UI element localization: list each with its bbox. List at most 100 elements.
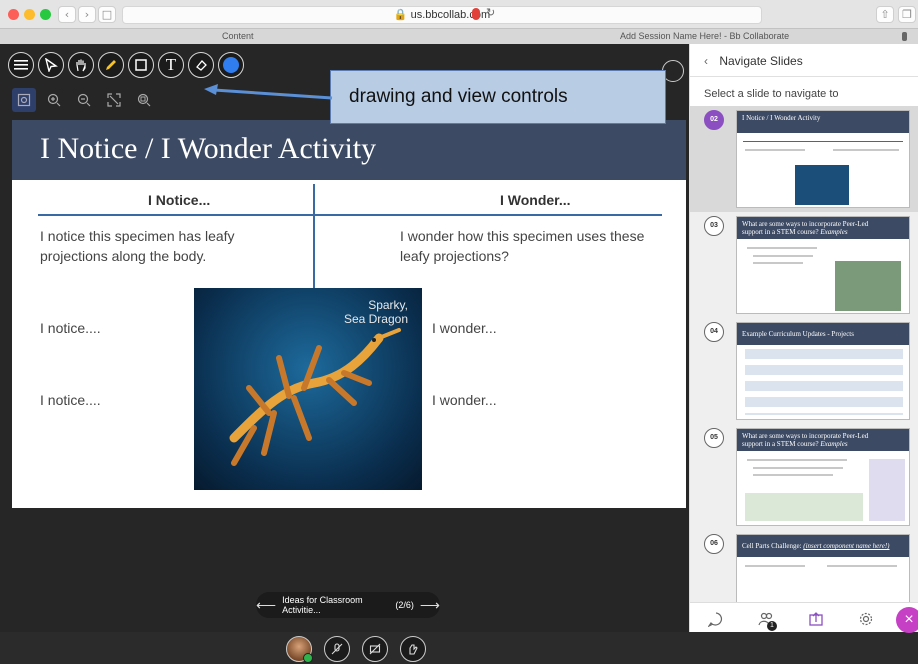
drawing-toolbar: T <box>8 52 244 80</box>
thumb-line <box>745 565 805 567</box>
raise-hand-icon[interactable] <box>400 636 426 662</box>
thumb-title: Example Curriculum Updates - Projects <box>737 323 909 345</box>
slide-thumb-04[interactable]: 04 Example Curriculum Updates - Projects <box>690 318 918 424</box>
share-icon[interactable]: ⇧ <box>876 6 894 23</box>
slide-thumb-06[interactable]: 06 Cell Parts Challenge: (insert compone… <box>690 530 918 602</box>
panel-header: ‹ Navigate Slides <box>704 54 803 68</box>
thumb-line <box>827 565 897 567</box>
pager-label[interactable]: Ideas for Classroom Activitie... <box>282 595 389 615</box>
panel-title: Navigate Slides <box>719 54 803 68</box>
slide-thumbnail: What are some ways to incorporate Peer-L… <box>736 428 910 526</box>
wonder-1-line-2: leafy projections? <box>400 248 509 264</box>
callout-text: drawing and view controls <box>349 86 568 107</box>
pager-position: (2/6) <box>395 600 414 610</box>
view-controls <box>12 88 156 112</box>
minimize-window-dot[interactable] <box>24 9 35 20</box>
tabs-icon[interactable]: ❐ <box>898 6 916 23</box>
thumb-line <box>753 262 803 264</box>
annotation-callout: drawing and view controls <box>330 70 666 124</box>
thumb-title-line-2-text: support in a STEM course? <box>742 440 819 448</box>
best-fit-icon[interactable] <box>132 88 156 112</box>
callout-arrow <box>204 84 333 100</box>
slide-title: I Notice / I Wonder Activity <box>12 120 686 180</box>
slide-thumbnail: Cell Parts Challenge: (insert component … <box>736 534 910 602</box>
thumb-title-italic: Examples <box>820 440 848 448</box>
notice-2: I notice.... <box>40 320 101 336</box>
pencil-icon[interactable] <box>98 52 124 78</box>
mic-icon[interactable] <box>472 8 480 20</box>
avatar[interactable] <box>286 636 313 663</box>
mic-muted-icon[interactable] <box>324 636 350 662</box>
camera-off-icon[interactable] <box>362 636 388 662</box>
wonder-3: I wonder... <box>432 392 497 408</box>
settings-gear-icon[interactable] <box>856 609 876 629</box>
close-panel-button[interactable]: × <box>896 607 918 633</box>
zoom-window-dot[interactable] <box>40 9 51 20</box>
tab-bar: Content Add Session Name Here! - Bb Coll… <box>0 28 918 44</box>
slide-number-05: 05 <box>704 428 724 448</box>
fit-icon[interactable] <box>102 88 126 112</box>
tab-session[interactable]: Add Session Name Here! - Bb Collaborate <box>620 29 789 44</box>
rectangle-icon[interactable] <box>128 52 154 78</box>
prev-slide-icon[interactable]: ⟵ <box>256 597 276 614</box>
thumb-line <box>753 474 833 476</box>
thumb-title-italic: Examples <box>820 228 848 236</box>
notice-3: I notice.... <box>40 392 101 408</box>
pan-hand-icon[interactable] <box>68 52 94 78</box>
thumb-line <box>745 149 805 151</box>
thumb-note <box>869 459 905 521</box>
zoom-in-icon[interactable] <box>42 88 66 112</box>
thumb-line <box>833 149 899 151</box>
eraser-icon[interactable] <box>188 52 214 78</box>
back-chevron-icon[interactable]: ‹ <box>704 54 708 68</box>
forward-icon[interactable]: › <box>78 6 96 23</box>
sea-dragon-photo: Sparky, Sea Dragon <box>194 288 422 490</box>
notice-1-line-2: projections along the body. <box>40 248 207 264</box>
next-slide-icon[interactable]: ⟶ <box>420 597 440 614</box>
chat-icon[interactable] <box>706 609 726 629</box>
thumb-line <box>747 247 817 249</box>
color-dot-icon[interactable] <box>218 52 244 78</box>
address-bar[interactable]: 🔒 us.bbcollab.com <box>122 6 762 24</box>
slide-thumb-05[interactable]: 05 What are some ways to incorporate Pee… <box>690 424 918 530</box>
back-icon[interactable]: ‹ <box>58 6 76 23</box>
media-controls <box>286 636 426 664</box>
thumb-title-text: Cell Parts Challenge: <box>742 542 802 550</box>
reload-icon[interactable]: ↻ <box>486 6 495 19</box>
lock-icon: 🔒 <box>393 9 408 21</box>
thumb-photo <box>795 165 849 205</box>
slide-pager: ⟵ Ideas for Classroom Activitie... (2/6)… <box>256 592 440 618</box>
menu-icon[interactable] <box>8 52 34 78</box>
text-icon[interactable]: T <box>158 52 184 78</box>
zoom-page-icon[interactable] <box>12 88 36 112</box>
slide-thumbnail-list[interactable]: 02 I Notice / I Wonder Activity 03 What … <box>690 106 918 602</box>
header-underline <box>38 214 662 216</box>
thumb-title-line-2: support in a STEM course? Examples <box>742 228 904 236</box>
attendees-icon[interactable]: 1 <box>756 609 777 631</box>
slide-canvas[interactable]: I Notice / I Wonder Activity I Notice...… <box>12 120 686 508</box>
photo-caption-line-1: Sparky, <box>368 298 408 312</box>
select-arrow-icon[interactable] <box>38 52 64 78</box>
sidebar-toggle-icon[interactable]: □ <box>98 6 116 23</box>
panel-subtitle: Select a slide to navigate to <box>704 88 839 100</box>
thumb-title: I Notice / I Wonder Activity <box>737 111 909 133</box>
close-window-dot[interactable] <box>8 9 19 20</box>
attendees-count-badge: 1 <box>767 621 777 631</box>
close-icon: × <box>904 611 914 628</box>
thumb-title-line-1: What are some ways to incorporate Peer-L… <box>742 432 869 440</box>
tab-content[interactable]: Content <box>222 29 254 44</box>
slide-thumb-02[interactable]: 02 I Notice / I Wonder Activity <box>690 106 918 212</box>
zoom-out-icon[interactable] <box>72 88 96 112</box>
thumb-line <box>747 459 847 461</box>
tab-mic-icon[interactable] <box>902 32 907 41</box>
thumb-line <box>743 141 903 142</box>
slide-number-03: 03 <box>704 216 724 236</box>
share-content-icon[interactable] <box>806 609 826 629</box>
thumb-title: What are some ways to incorporate Peer-L… <box>737 217 909 239</box>
slide-thumb-03[interactable]: 03 What are some ways to incorporate Pee… <box>690 212 918 318</box>
navigate-slides-panel: ‹ Navigate Slides Select a slide to navi… <box>689 44 918 633</box>
main-stage: T I Notice / I Wonder Activity I Notice.… <box>0 44 689 663</box>
panel-footer: 1 × <box>690 602 918 633</box>
browser-chrome: ‹ › □ 🔒 us.bbcollab.com ↻ ⇧ ❐ Content Ad… <box>0 0 918 44</box>
thumb-title: What are some ways to incorporate Peer-L… <box>737 429 909 451</box>
